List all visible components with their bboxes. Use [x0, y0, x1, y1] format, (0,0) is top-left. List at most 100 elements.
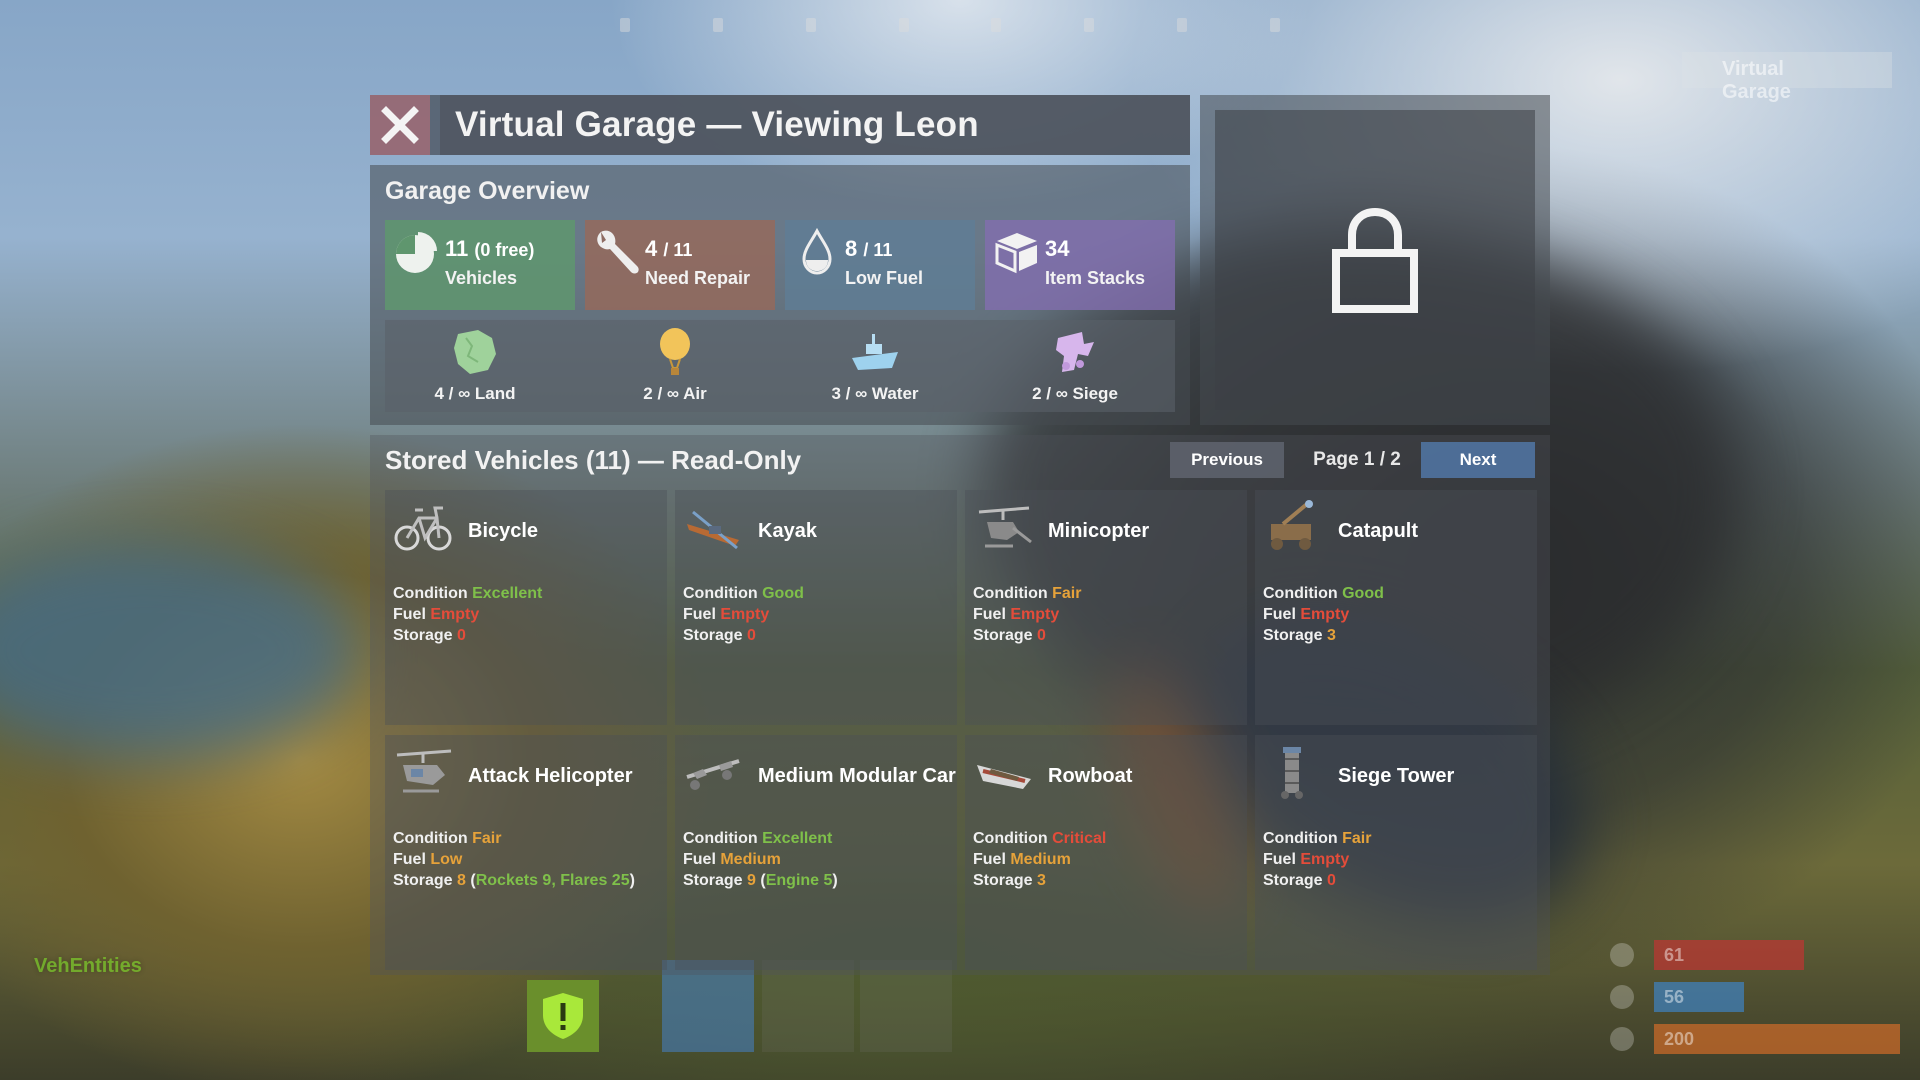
food-icon: [1610, 1027, 1634, 1051]
health-bar: 61: [1654, 940, 1804, 970]
close-icon: [381, 106, 419, 144]
vehicle-condition: Excellent: [472, 585, 543, 602]
vehicle-props: Condition Critical Fuel Medium Storage 3: [973, 830, 1107, 889]
vehicle-card-siege-tower[interactable]: Siege Tower Condition Fair Fuel Empty St…: [1255, 735, 1537, 970]
vehicle-card-minicopter[interactable]: Minicopter Condition Fair Fuel Empty Sto…: [965, 490, 1247, 725]
minicopter-icon: [978, 506, 1032, 548]
water-icon: [1610, 985, 1634, 1009]
siege-tower-icon: [1281, 747, 1303, 799]
wrench-icon: [597, 230, 639, 274]
vehicle-condition: Good: [1342, 585, 1384, 602]
vehicle-fuel: Empty: [720, 606, 770, 623]
stat-repair-label: Need Repair: [645, 268, 751, 288]
vehicle-name: Medium Modular Car: [758, 765, 956, 787]
panel-header: Virtual Garage — Viewing Leon: [370, 95, 1190, 155]
vehicle-card-attack-helicopter[interactable]: Attack Helicopter Condition Fair Fuel Lo…: [385, 735, 667, 970]
vehicle-props: Condition Fair Fuel Empty Storage 0: [973, 585, 1082, 644]
vehicle-props: Condition Good Fuel Empty Storage 0: [683, 585, 804, 644]
vehicle-props: Condition Good Fuel Empty Storage 3: [1263, 585, 1384, 644]
water-bar: 56: [1654, 982, 1744, 1012]
stat-vehicles: 11 (0 free) Vehicles: [385, 220, 575, 310]
vehicle-card-medium-modular-car[interactable]: Medium Modular Car Condition Excellent F…: [675, 735, 957, 970]
category-siege: 2 / ∞ Siege: [985, 326, 1165, 404]
catapult-icon: [1271, 500, 1313, 550]
vehicle-fuel: Empty: [1300, 851, 1350, 868]
vehicle-grid: Bicycle Condition Excellent Fuel Empty S…: [385, 490, 1537, 970]
land-icon: [454, 330, 496, 374]
virtual-garage-panel: Virtual Garage — Viewing Leon Garage Ove…: [370, 95, 1550, 975]
balloon-icon: [660, 328, 690, 375]
vehicle-condition: Good: [762, 585, 804, 602]
vehicle-card-catapult[interactable]: Catapult Condition Good Fuel Empty Stora…: [1255, 490, 1537, 725]
stat-low-fuel: 8 / 11 Low Fuel: [785, 220, 975, 310]
stored-vehicles: Stored Vehicles (11) — Read-Only Previou…: [370, 435, 1550, 975]
title-bar: Virtual Garage — Viewing Leon: [440, 95, 1190, 155]
vehicle-storage: 3: [1327, 627, 1336, 644]
stored-vehicles-title: Stored Vehicles (11) — Read-Only: [385, 445, 802, 475]
background-sea: [0, 540, 360, 760]
stat-vehicles-extra: (0 free): [474, 240, 535, 260]
vehicle-card-bicycle[interactable]: Bicycle Condition Excellent Fuel Empty S…: [385, 490, 667, 725]
vehicle-storage-detail: Engine 5: [765, 872, 833, 889]
modular-car-icon: [686, 759, 740, 790]
shield-alert-icon: [543, 993, 583, 1039]
box-icon: [995, 233, 1037, 274]
garage-overview: Garage Overview 11 (0 free) Vehicles 4 /…: [370, 165, 1190, 425]
stat-fuel-label: Low Fuel: [845, 268, 923, 288]
bicycle-icon: [394, 506, 452, 551]
vehicle-name: Rowboat: [1048, 765, 1133, 787]
food-bar: 200: [1654, 1024, 1900, 1054]
rowboat-icon: [977, 765, 1031, 789]
vehicle-fuel: Empty: [1300, 606, 1350, 623]
previous-page-button[interactable]: Previous: [1170, 442, 1284, 478]
plugin-label: VehEntities: [34, 955, 142, 977]
vehicle-storage-detail: Rockets 9, Flares 25: [475, 872, 630, 889]
category-land: 4 / ∞ Land: [385, 326, 565, 404]
kayak-icon: [687, 510, 739, 550]
vehicle-props: Condition Excellent Fuel Empty Storage 0: [393, 585, 543, 644]
health-row: 61: [1610, 938, 1900, 972]
stat-stacks-count: 34: [1045, 236, 1070, 261]
category-siege-text: 2 / ∞ Siege: [1032, 384, 1118, 403]
siege-icon: [1056, 332, 1094, 372]
attack-helicopter-icon: [396, 749, 452, 793]
category-land-text: 4 / ∞ Land: [434, 384, 516, 403]
fuel-drop-icon: [802, 228, 832, 275]
vehicle-fuel: Empty: [430, 606, 480, 623]
compass-bar: [620, 18, 1280, 38]
vehicle-name: Siege Tower: [1338, 765, 1455, 787]
stat-need-repair: 4 / 11 Need Repair: [585, 220, 775, 310]
pie-chart-icon: [396, 232, 437, 273]
boat-icon: [852, 334, 898, 370]
vehicle-storage: 0: [457, 627, 466, 644]
page-indicator: Page 1 / 2: [1313, 449, 1401, 470]
stat-item-stacks: 34 Item Stacks: [985, 220, 1175, 310]
vehicle-fuel: Medium: [1010, 851, 1071, 868]
category-water-text: 3 / ∞ Water: [831, 384, 919, 403]
next-page-button[interactable]: Next: [1421, 442, 1535, 478]
vehicle-preview-locked: [1200, 95, 1550, 425]
vehicle-card-kayak[interactable]: Kayak Condition Good Fuel Empty Storage …: [675, 490, 957, 725]
water-row: 56: [1610, 980, 1900, 1014]
vehicle-fuel: Medium: [720, 851, 781, 868]
vehicle-props: Condition Fair Fuel Low Storage 8 (Rocke…: [393, 830, 635, 889]
stat-repair-count: 4: [645, 236, 658, 261]
stat-repair-extra: / 11: [663, 240, 693, 260]
close-button[interactable]: [370, 95, 430, 155]
vehicle-storage: 9: [747, 872, 756, 889]
vehicle-fuel: Low: [430, 851, 463, 868]
page-title: Virtual Garage — Viewing Leon: [455, 105, 979, 144]
vehicle-name: Minicopter: [1048, 520, 1150, 542]
vehicle-condition: Fair: [472, 830, 502, 847]
vehicle-storage: 0: [1327, 872, 1336, 889]
vehicle-storage: 0: [747, 627, 756, 644]
hotbar-slot-shield[interactable]: [527, 980, 599, 1052]
vehicle-name: Attack Helicopter: [468, 765, 633, 787]
stat-vehicles-label: Vehicles: [445, 268, 518, 288]
lock-icon: [1332, 207, 1418, 313]
vehicle-fuel: Empty: [1010, 606, 1060, 623]
vehicle-name: Catapult: [1338, 520, 1418, 542]
vehicle-card-rowboat[interactable]: Rowboat Condition Critical Fuel Medium S…: [965, 735, 1247, 970]
overview-title: Garage Overview: [385, 177, 590, 205]
vehicle-props: Condition Fair Fuel Empty Storage 0: [1263, 830, 1372, 889]
